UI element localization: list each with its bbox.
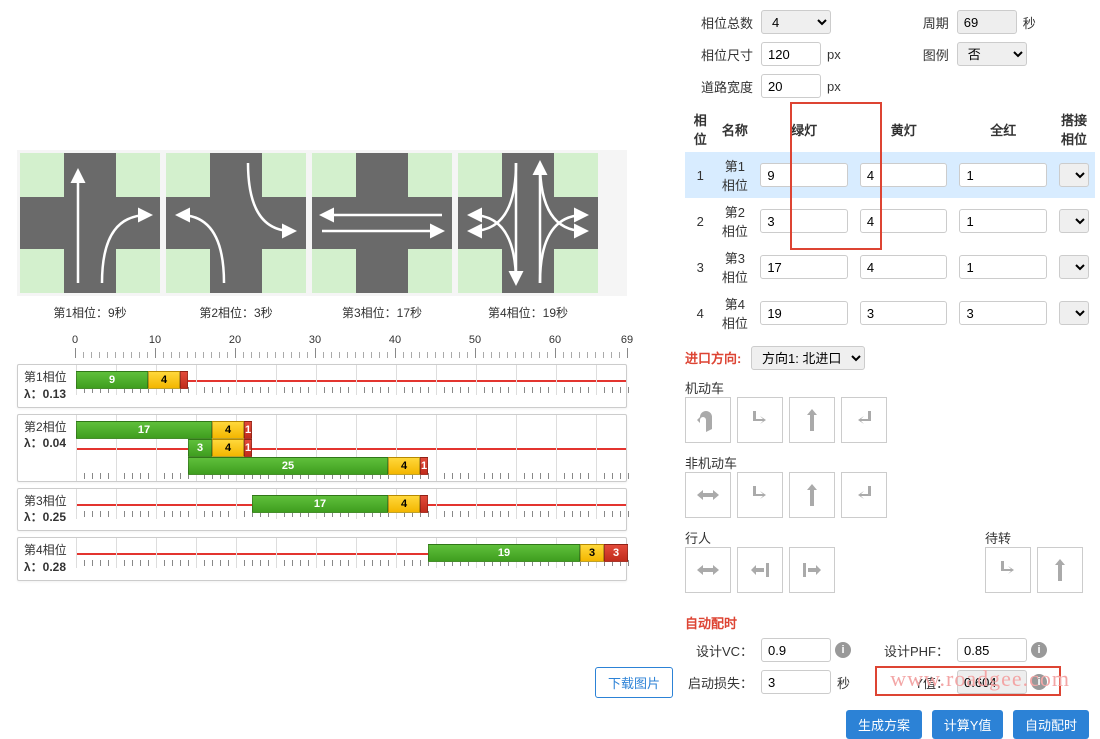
motor-label: 机动车 [685,378,1095,397]
phase-2-diagram [166,153,306,293]
timing-bar: 4 [212,421,244,439]
green-input[interactable] [760,301,848,325]
timing-bar [180,371,188,389]
timing-bar: 25 [188,457,388,475]
ped-to-left-icon[interactable] [789,547,835,593]
timing-bar [420,495,428,513]
right-turn-icon[interactable] [737,397,783,443]
auto-timing-button[interactable]: 自动配时 [1013,710,1089,739]
ped-label: 行人 [685,528,835,547]
road-width-input[interactable] [761,74,821,98]
allred-input[interactable] [959,301,1047,325]
lbl-legend: 图例 [881,45,949,64]
vc-input[interactable] [761,638,831,662]
table-row[interactable]: 4第4相位否 [685,290,1095,336]
left-turn-icon[interactable] [841,397,887,443]
phase-count-select[interactable]: 4 [761,10,831,34]
overlap-select[interactable]: 否 [1059,255,1089,279]
calc-y-button[interactable]: 计算Y值 [932,710,1004,739]
table-row[interactable]: 2第2相位是 [685,198,1095,244]
table-row[interactable]: 1第1相位否 [685,152,1095,198]
th-name: 名称 [715,106,754,152]
table-row[interactable]: 3第3相位否 [685,244,1095,290]
lbl-vc: 设计VC： [685,641,753,660]
timing-bar: 3 [580,544,604,562]
allred-input[interactable] [959,255,1047,279]
timing-bar: 3 [188,439,212,457]
nonmotor-label: 非机动车 [685,453,1095,472]
phase-table: 相位 名称 绿灯 黄灯 全红 搭接相位 1第1相位否2第2相位是3第3相位否4第… [685,106,1095,336]
timing-bar: 1 [244,421,252,439]
phase-1-diagram [20,153,160,293]
approach-select[interactable]: 方向1: 北进口 [751,346,865,370]
nm-both-icon[interactable] [685,472,731,518]
overlap-select[interactable]: 否 [1059,301,1089,325]
ped-to-right-icon[interactable] [737,547,783,593]
loss-input[interactable] [761,670,831,694]
uturn-icon[interactable] [685,397,731,443]
ped-both-icon[interactable] [685,547,731,593]
nm-left-icon[interactable] [841,472,887,518]
green-column-highlight [790,102,882,250]
phase-timeline: 第2相位λ：0.0417413412541 [17,414,627,482]
timing-bar: 17 [76,421,212,439]
phase-3-diagram [312,153,452,293]
generate-button[interactable]: 生成方案 [846,710,922,739]
timing-bar: 4 [148,371,180,389]
yellow-input[interactable] [860,255,948,279]
timing-bar: 4 [388,495,420,513]
phase-timeline: 第4相位λ：0.281933 [17,537,627,581]
allred-input[interactable] [959,209,1047,233]
lbl-phf: 设计PHF： [881,641,949,660]
th-phase: 相位 [685,106,715,152]
phase-diagrams [17,150,627,296]
phase-timeline: 第1相位λ：0.1394 [17,364,627,408]
th-overlap: 搭接相位 [1053,106,1095,152]
overlap-select[interactable]: 否 [1059,163,1089,187]
right-panel: 相位总数4 相位尺寸px 道路宽度px 周期秒 图例否 相位 名称 绿灯 黄灯 … [685,10,1095,739]
phase-timeline: 第3相位λ：0.25174 [17,488,627,532]
timing-bar: 4 [212,439,244,457]
timing-bar: 9 [76,371,148,389]
allred-input[interactable] [959,163,1047,187]
cycle-input [957,10,1017,34]
timing-bar: 4 [388,457,420,475]
straight-icon[interactable] [789,397,835,443]
watermark: www.roadgee.com [890,666,1070,692]
wait-right-icon[interactable] [985,547,1031,593]
auto-timing-title: 自动配时 [685,613,1095,632]
timing-bar: 19 [428,544,580,562]
approach-label: 进口方向: [685,351,741,366]
timing-bar: 1 [420,457,428,475]
yellow-input[interactable] [860,301,948,325]
timing-bar: 17 [252,495,388,513]
wait-straight-icon[interactable] [1037,547,1083,593]
th-allred: 全红 [953,106,1053,152]
nm-straight-icon[interactable] [789,472,835,518]
lbl-loss: 启动损失： [685,673,753,692]
left-panel: 第1相位：9秒第2相位：3秒第3相位：17秒第4相位：19秒 010203040… [17,150,627,581]
wait-label: 待转 [985,528,1083,547]
lbl-phase-size: 相位尺寸 [685,45,753,64]
nonmotor-icons [685,472,1095,518]
motor-icons [685,397,1095,443]
timing-bar: 1 [244,439,252,457]
phase-size-input[interactable] [761,42,821,66]
timing-bar: 3 [604,544,628,562]
overlap-select[interactable]: 是 [1059,209,1089,233]
phf-input[interactable] [957,638,1027,662]
download-button[interactable]: 下载图片 [595,667,673,698]
lbl-phase-count: 相位总数 [685,13,753,32]
lbl-road-width: 道路宽度 [685,77,753,96]
info-icon[interactable]: i [1031,642,1047,658]
nm-right-icon[interactable] [737,472,783,518]
info-icon[interactable]: i [835,642,851,658]
green-input[interactable] [760,255,848,279]
lbl-cycle: 周期 [881,13,949,32]
legend-select[interactable]: 否 [957,42,1027,66]
time-ruler: 010203040506069 [75,334,627,358]
phase-4-diagram [458,153,598,293]
